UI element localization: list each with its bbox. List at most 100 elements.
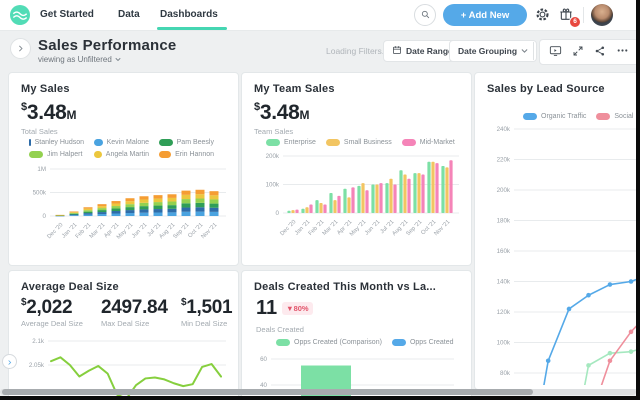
legend-label: Jim Halpert bbox=[47, 151, 83, 158]
legend-swatch bbox=[159, 151, 172, 158]
user-avatar[interactable] bbox=[591, 4, 613, 26]
expand-panel-button[interactable] bbox=[2, 354, 17, 369]
down-arrow-icon: ▼ bbox=[286, 304, 294, 313]
team-sales-value: $3.48M bbox=[254, 101, 310, 124]
legend-item[interactable]: Opps Created (Comparison) bbox=[276, 339, 382, 346]
legend-label: Mid-Market bbox=[419, 139, 455, 146]
present-button[interactable] bbox=[549, 44, 562, 60]
deals-legend: Opps Created (Comparison) Opps Created bbox=[276, 339, 464, 346]
legend-label: Kevin Malone bbox=[106, 139, 149, 146]
share-icon bbox=[594, 45, 606, 60]
legend-item[interactable]: Small Business bbox=[325, 139, 392, 146]
team-sales-legend: Enterprise Small Business Mid-Market bbox=[266, 139, 465, 146]
date-range-label: Date Range bbox=[406, 46, 453, 56]
card-title: My Team Sales bbox=[254, 83, 335, 95]
legend-swatch bbox=[266, 139, 280, 146]
total-sales-value: $3.48M bbox=[21, 101, 77, 124]
svg-text:Jun '21: Jun '21 bbox=[131, 222, 148, 239]
nav-tab-dashboards[interactable]: Dashboards bbox=[160, 0, 218, 29]
svg-text:Mar '21: Mar '21 bbox=[322, 219, 340, 237]
deals-created-value: 11 bbox=[256, 297, 278, 319]
legend-label: Enterprise bbox=[284, 139, 316, 146]
more-options-button[interactable] bbox=[616, 44, 629, 60]
metric-label: Average Deal Size bbox=[21, 319, 83, 328]
team-sales-card: My Team Sales $3.48M Team Sales Enterpri… bbox=[241, 72, 472, 266]
legend-item[interactable]: Organic Traffic bbox=[523, 113, 586, 120]
expand-icon bbox=[572, 45, 584, 60]
deals-created-card: Deals Created This Month vs La... 11 ▼80… bbox=[241, 270, 472, 396]
svg-text:2.1k: 2.1k bbox=[32, 338, 45, 345]
svg-text:140k: 140k bbox=[497, 279, 511, 286]
date-grouping-label: Date Grouping bbox=[458, 46, 518, 56]
metric-label: Min Deal Size bbox=[181, 319, 228, 328]
deals-created-value-row: 11 ▼80% bbox=[256, 297, 313, 320]
legend-swatch bbox=[391, 339, 406, 346]
svg-text:Dec '20: Dec '20 bbox=[46, 222, 64, 240]
page-title: Sales Performance bbox=[38, 37, 177, 54]
svg-text:Nov '21: Nov '21 bbox=[433, 219, 451, 237]
team-sales-chart: 0100k200kDec '20Jan '21Feb '21Mar '21Apr… bbox=[266, 153, 459, 238]
lead-source-legend: Organic Traffic Social bbox=[523, 113, 636, 120]
svg-text:80k: 80k bbox=[500, 370, 511, 377]
legend-label: Pam Beesly bbox=[176, 139, 214, 146]
back-button[interactable] bbox=[10, 38, 31, 59]
svg-text:180k: 180k bbox=[497, 218, 511, 225]
legend-item[interactable]: Stanley Hudson bbox=[29, 139, 84, 146]
svg-text:Nov '21: Nov '21 bbox=[200, 222, 218, 240]
horizontal-scrollbar-thumb[interactable] bbox=[2, 389, 533, 395]
top-nav: Get Started Data Dashboards + Add New 6 bbox=[0, 0, 636, 31]
fullscreen-button[interactable] bbox=[572, 45, 584, 60]
chevron-down-icon bbox=[521, 46, 528, 56]
settings-button[interactable] bbox=[534, 7, 551, 24]
min-deal-metric: $1,501 Min Deal Size bbox=[181, 297, 233, 328]
svg-text:60: 60 bbox=[260, 356, 267, 363]
legend-item[interactable]: Pam Beesly bbox=[159, 139, 214, 146]
nav-tab-get-started[interactable]: Get Started bbox=[40, 0, 94, 29]
nav-divider bbox=[583, 7, 584, 23]
add-new-button[interactable]: + Add New bbox=[443, 4, 527, 26]
metric-label: Max Deal Size bbox=[101, 319, 150, 328]
legend-item[interactable]: Social bbox=[596, 113, 633, 120]
card-title: Sales by Lead Source bbox=[487, 83, 605, 95]
svg-text:0: 0 bbox=[276, 210, 280, 217]
legend-item[interactable]: Angela Martin bbox=[94, 151, 149, 158]
legend-item[interactable]: Enterprise bbox=[266, 139, 316, 146]
legend-item[interactable]: Opps Created bbox=[391, 339, 454, 346]
present-icon bbox=[549, 44, 562, 60]
avg-deal-metric: $2,022 Average Deal Size bbox=[21, 297, 83, 328]
search-icon bbox=[420, 8, 431, 23]
legend-item[interactable]: Mid-Market bbox=[401, 139, 455, 146]
metric-label: Deals Created bbox=[256, 325, 304, 334]
card-title: Deals Created This Month vs La... bbox=[254, 281, 437, 293]
search-button[interactable] bbox=[414, 4, 436, 26]
legend-swatch bbox=[94, 139, 103, 146]
svg-text:Jun '21: Jun '21 bbox=[364, 219, 381, 236]
legend-item[interactable]: Kevin Malone bbox=[94, 139, 149, 146]
viewing-as-dropdown[interactable]: viewing as Unfiltered bbox=[38, 55, 121, 64]
legend-item[interactable]: Erin Hannon bbox=[159, 151, 214, 158]
legend-swatch bbox=[325, 139, 340, 146]
legend-swatch bbox=[159, 139, 173, 146]
legend-label: Stanley Hudson bbox=[34, 139, 84, 146]
svg-text:Mar '21: Mar '21 bbox=[89, 222, 107, 240]
svg-text:220k: 220k bbox=[497, 157, 511, 164]
share-button[interactable] bbox=[594, 45, 606, 60]
svg-text:1M: 1M bbox=[37, 166, 46, 173]
chevron-right-icon bbox=[16, 41, 25, 56]
legend-swatch bbox=[523, 113, 537, 120]
header-divider bbox=[533, 42, 534, 60]
active-tab-indicator bbox=[157, 27, 227, 30]
max-deal-metric: 2497.84 Max Deal Size bbox=[101, 297, 168, 328]
legend-label: Opps Created bbox=[409, 339, 454, 346]
legend-item[interactable]: Jim Halpert bbox=[29, 151, 84, 158]
svg-text:0: 0 bbox=[43, 213, 47, 220]
app-logo-icon[interactable] bbox=[10, 5, 30, 30]
svg-text:2.05k: 2.05k bbox=[29, 362, 45, 369]
nav-tab-data[interactable]: Data bbox=[118, 0, 140, 29]
date-grouping-button[interactable]: Date Grouping bbox=[449, 40, 538, 62]
legend-label: Social bbox=[614, 113, 634, 120]
card-title: My Sales bbox=[21, 83, 70, 95]
loading-filters-status: Loading Filters... bbox=[326, 46, 389, 56]
svg-text:100k: 100k bbox=[266, 182, 280, 189]
chevron-down-icon bbox=[115, 55, 121, 64]
